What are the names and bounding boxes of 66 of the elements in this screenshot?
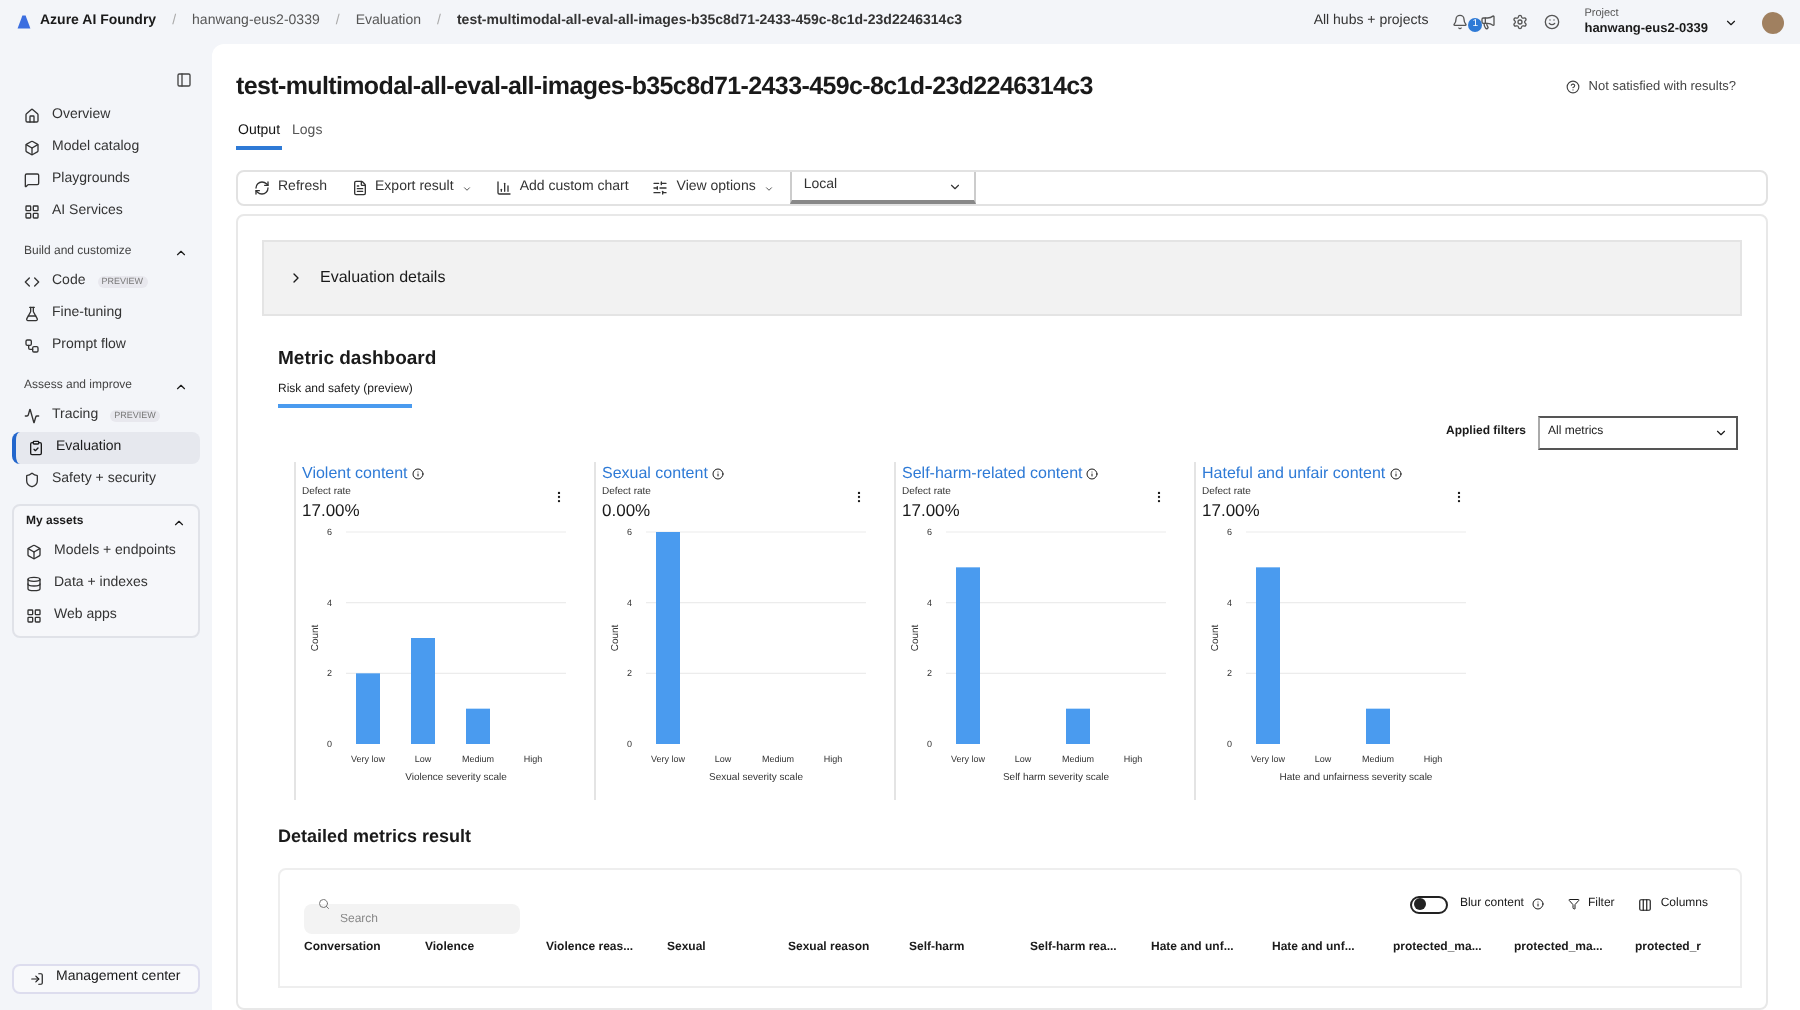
evaluation-details-header[interactable]: Evaluation details bbox=[262, 240, 1742, 317]
page-title: test-multimodal-all-eval-all-images-b35c8d71-2433-459c-8c1d-23d2246314c3 bbox=[236, 70, 1093, 104]
flow-icon bbox=[24, 338, 40, 354]
cube-icon bbox=[24, 140, 40, 156]
chevron-down-icon bbox=[763, 183, 774, 194]
defect-rate-value: 17.00% bbox=[302, 500, 360, 520]
cube-icon bbox=[26, 544, 42, 560]
shield-icon bbox=[24, 472, 40, 488]
defect-rate-value: 0.00% bbox=[602, 500, 651, 520]
clipboard-icon bbox=[28, 440, 44, 456]
info-icon bbox=[1389, 467, 1402, 479]
defect-rate-value: 17.00% bbox=[1202, 500, 1260, 520]
metric-title[interactable]: Violent content bbox=[302, 461, 408, 485]
dashboard-title: Metric dashboard bbox=[278, 346, 439, 375]
info-icon bbox=[411, 467, 424, 479]
chevron-down-icon bbox=[461, 183, 472, 194]
search-icon bbox=[318, 898, 330, 910]
bar bbox=[466, 708, 490, 744]
chevron-right-icon bbox=[288, 270, 304, 287]
settings-icon[interactable] bbox=[1512, 14, 1529, 30]
chevron-up-icon[interactable] bbox=[174, 380, 188, 394]
refresh-icon bbox=[254, 180, 270, 197]
bar bbox=[411, 638, 435, 744]
chevron-up-icon[interactable] bbox=[172, 516, 186, 530]
home-icon bbox=[24, 108, 40, 124]
avatar[interactable] bbox=[1762, 11, 1784, 33]
sign-in-icon bbox=[30, 972, 44, 986]
filter-icon bbox=[1567, 898, 1580, 910]
bar bbox=[356, 673, 380, 744]
chat-icon bbox=[24, 172, 40, 188]
code-icon bbox=[24, 274, 40, 290]
more-icon[interactable] bbox=[552, 489, 566, 503]
chevron-down-icon bbox=[1714, 425, 1728, 439]
grid-icon bbox=[26, 608, 42, 624]
bar bbox=[1366, 708, 1390, 744]
chart-icon bbox=[495, 180, 512, 197]
bell-icon[interactable] bbox=[1452, 14, 1469, 30]
document-icon bbox=[351, 180, 368, 197]
chevron-down-icon bbox=[947, 179, 962, 194]
help-icon bbox=[1566, 79, 1581, 94]
more-icon[interactable] bbox=[1152, 489, 1166, 503]
chevron-up-icon[interactable] bbox=[174, 246, 188, 260]
details-title: Detailed metrics result bbox=[278, 824, 474, 850]
columns-icon bbox=[1638, 897, 1653, 911]
metric-title[interactable]: Sexual content bbox=[602, 461, 708, 485]
section-title: Evaluation details bbox=[320, 266, 446, 291]
bar bbox=[1066, 708, 1090, 744]
pulse-icon bbox=[24, 408, 40, 424]
megaphone-icon[interactable] bbox=[1480, 14, 1497, 30]
flask-icon bbox=[24, 306, 40, 322]
database-icon bbox=[26, 576, 42, 592]
smiley-icon[interactable] bbox=[1544, 14, 1561, 30]
sliders-icon bbox=[652, 180, 669, 197]
sidebar-toggle-icon[interactable] bbox=[176, 72, 192, 88]
metric-title[interactable]: Self-harm-related content bbox=[902, 461, 1083, 485]
grid-icon bbox=[24, 204, 40, 220]
chevron-down-icon[interactable] bbox=[1724, 15, 1738, 29]
defect-rate-value: 17.00% bbox=[902, 500, 960, 520]
info-icon bbox=[1086, 467, 1099, 479]
more-icon[interactable] bbox=[1452, 489, 1466, 503]
more-icon[interactable] bbox=[852, 489, 866, 503]
toggle-switch[interactable] bbox=[1409, 895, 1448, 913]
metric-title[interactable]: Hateful and unfair content bbox=[1202, 461, 1386, 485]
logo-icon bbox=[16, 14, 32, 30]
info-icon bbox=[711, 467, 724, 479]
info-icon bbox=[1531, 898, 1544, 910]
